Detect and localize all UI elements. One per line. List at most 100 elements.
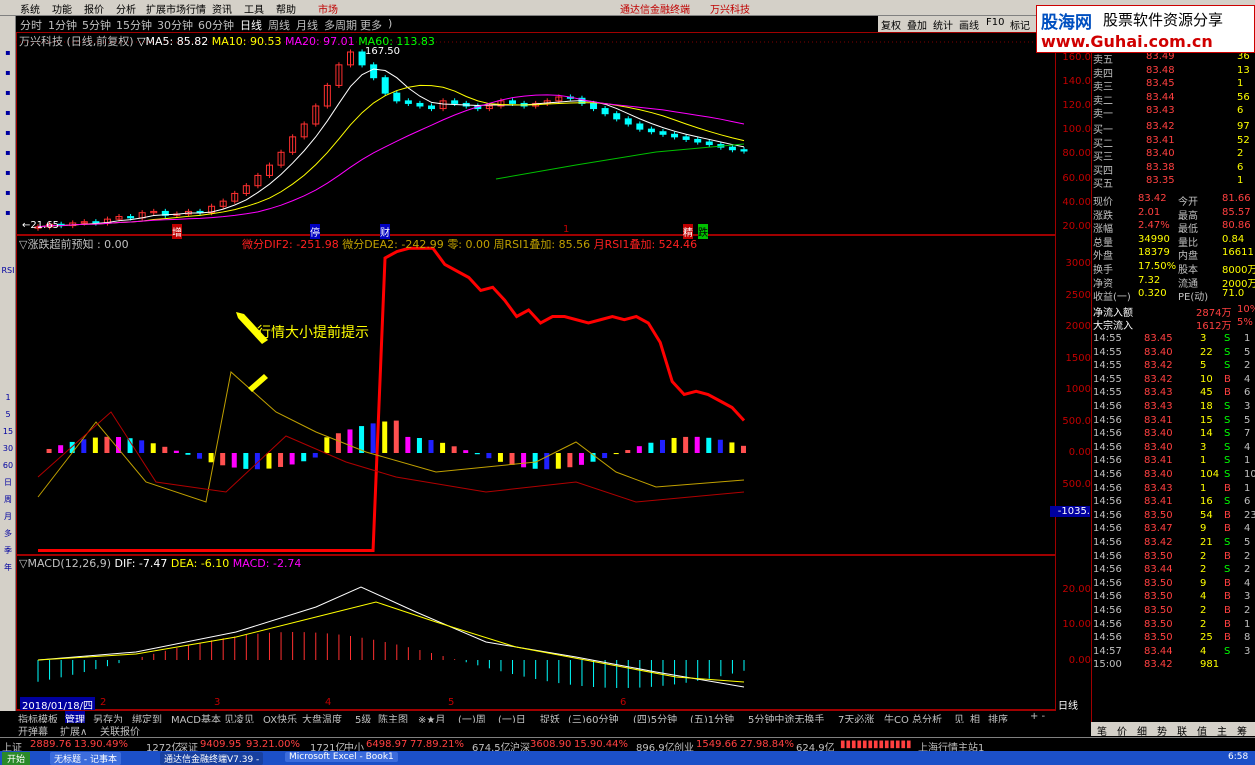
period-weekly[interactable]: 周线: [268, 17, 290, 33]
side-tab-main[interactable]: 主: [1217, 723, 1227, 738]
period-year-icon[interactable]: 年: [1, 561, 15, 574]
period-multi[interactable]: 多周期: [324, 17, 357, 33]
tool-icon-3[interactable]: ▪: [1, 86, 15, 99]
ask-row[interactable]: 卖四 83.48 13: [1092, 65, 1255, 80]
tick-row[interactable]: 14:55 83.40 22 S 5: [1092, 347, 1255, 360]
tick-row[interactable]: 14:56 83.50 4 B 3: [1092, 591, 1255, 604]
chart-canvas[interactable]: [16, 32, 1056, 710]
period-1min[interactable]: 1分钟: [48, 17, 77, 33]
menu-function[interactable]: 功能: [52, 1, 72, 16]
tick-row[interactable]: 14:55 83.42 5 S 2: [1092, 360, 1255, 373]
period-1-icon[interactable]: 1: [1, 391, 15, 404]
side-tab-value[interactable]: 值: [1197, 723, 1207, 738]
period-multi-icon[interactable]: 多: [1, 527, 15, 540]
tick-row[interactable]: 14:56 83.42 21 S 5: [1092, 537, 1255, 550]
ask-row[interactable]: 卖一 83.43 6: [1092, 105, 1255, 120]
side-tab-link[interactable]: 联: [1177, 723, 1187, 738]
bid-row[interactable]: 买五 83.35 1: [1092, 175, 1255, 190]
period-daily[interactable]: 日线: [240, 17, 262, 33]
period-5-icon[interactable]: 5: [1, 408, 15, 421]
period-30-icon[interactable]: 30: [1, 442, 15, 455]
period-intraday[interactable]: 分时: [20, 17, 42, 33]
flow-row[interactable]: 净流入额2874万10%: [1092, 304, 1255, 319]
tick-row[interactable]: 14:56 83.44 2 S 2: [1092, 564, 1255, 577]
period-60-icon[interactable]: 60: [1, 459, 15, 472]
overlay-button[interactable]: 叠加: [907, 17, 927, 32]
tool-icon-7[interactable]: ▪: [1, 166, 15, 179]
tool-icon-4[interactable]: ▪: [1, 106, 15, 119]
menu-analysis[interactable]: 分析: [116, 1, 136, 16]
menu-market[interactable]: 市场: [318, 1, 338, 16]
tool-icon-5[interactable]: ▪: [1, 126, 15, 139]
tool-icon-1[interactable]: ▪: [1, 46, 15, 59]
tick-row[interactable]: 14:56 83.50 2 B 2: [1092, 551, 1255, 564]
stat-row[interactable]: 总量 34990 量比 0.84: [1092, 234, 1255, 249]
period-15min[interactable]: 15分钟: [116, 17, 152, 33]
tick-row[interactable]: 14:55 83.42 10 B 4: [1092, 374, 1255, 387]
tick-row[interactable]: 14:56 83.41 15 S 5: [1092, 415, 1255, 428]
menu-ext-market[interactable]: 扩展市场行情: [146, 1, 206, 16]
tick-row[interactable]: 14:56 83.43 18 S 3: [1092, 401, 1255, 414]
tick-row[interactable]: 14:56 83.50 2 B 2: [1092, 605, 1255, 618]
stat-row[interactable]: 净资 7.32 流通 2000万: [1092, 275, 1255, 290]
tick-row[interactable]: 14:57 83.44 4 S 3: [1092, 646, 1255, 659]
stat-row[interactable]: 现价 83.42 今开 81.66: [1092, 193, 1255, 208]
side-tab-trend[interactable]: 势: [1157, 723, 1167, 738]
related-quote[interactable]: 关联报价: [100, 723, 140, 738]
start-button[interactable]: 开始: [2, 752, 31, 765]
tick-row[interactable]: 14:56 83.43 1 B 1: [1092, 483, 1255, 496]
period-close[interactable]: ): [388, 17, 392, 30]
restore-rights-button[interactable]: 复权: [881, 17, 901, 32]
tick-row[interactable]: 14:56 83.40 14 S 7: [1092, 428, 1255, 441]
period-season-icon[interactable]: 季: [1, 544, 15, 557]
period-5min[interactable]: 5分钟: [82, 17, 111, 33]
menu-news[interactable]: 资讯: [212, 1, 232, 16]
stat-row[interactable]: 外盘 18379 内盘 16611: [1092, 247, 1255, 262]
stat-row[interactable]: 涨跌 2.01 最高 85.57: [1092, 207, 1255, 222]
tick-row[interactable]: 14:55 83.45 3 S 1: [1092, 333, 1255, 346]
tick-row[interactable]: 14:56 83.41 16 S 6: [1092, 496, 1255, 509]
ask-row[interactable]: 卖二 83.44 56: [1092, 92, 1255, 107]
menu-tools[interactable]: 工具: [244, 1, 264, 16]
taskbar-notepad[interactable]: 无标题 - 记事本: [50, 752, 121, 765]
tick-row[interactable]: 14:56 83.41 1 S 1: [1092, 455, 1255, 468]
period-day-icon[interactable]: 日: [1, 476, 15, 489]
period-30min[interactable]: 30分钟: [157, 17, 193, 33]
stats-button[interactable]: 统计: [933, 17, 953, 32]
bid-row[interactable]: 买一 83.42 97: [1092, 121, 1255, 136]
f10-button[interactable]: F10: [986, 17, 1004, 28]
event-tag-4[interactable]: 1: [563, 224, 569, 235]
menu-help[interactable]: 帮助: [276, 1, 296, 16]
flow-row[interactable]: 大宗流入 1612万 5%: [1092, 317, 1255, 332]
tick-row[interactable]: 14:56 83.40 104 S 10: [1092, 469, 1255, 482]
tick-row[interactable]: 15:00 83.42 981: [1092, 659, 1255, 672]
tick-row[interactable]: 14:56 83.47 9 B 4: [1092, 523, 1255, 536]
menu-quote[interactable]: 报价: [84, 1, 104, 16]
toggle-danmaku[interactable]: 开弹幕: [18, 723, 48, 738]
period-60min[interactable]: 60分钟: [198, 17, 234, 33]
tab-add-icon[interactable]: + -: [1030, 711, 1045, 722]
period-month-icon[interactable]: 月: [1, 510, 15, 523]
menu-system[interactable]: 系统: [20, 1, 40, 16]
period-monthly[interactable]: 月线: [296, 17, 318, 33]
tick-row[interactable]: 14:56 83.50 9 B 4: [1092, 578, 1255, 591]
taskbar-excel[interactable]: Microsoft Excel - Book1: [285, 752, 398, 762]
period-15-icon[interactable]: 15: [1, 425, 15, 438]
period-week-icon[interactable]: 周: [1, 493, 15, 506]
tool-icon-8[interactable]: ▪: [1, 186, 15, 199]
side-tab-detail[interactable]: 细: [1137, 723, 1147, 738]
side-tab-chip[interactable]: 筹: [1237, 723, 1247, 738]
stat-row[interactable]: 收益(一) 0.320 PE(动) 71.0: [1092, 288, 1255, 303]
taskbar-tdx[interactable]: 通达信金融终端V7.39 -: [160, 752, 264, 765]
tool-icon-6[interactable]: ▪: [1, 146, 15, 159]
tool-icon-2[interactable]: ▪: [1, 66, 15, 79]
ask-row[interactable]: 卖三 83.45 1: [1092, 78, 1255, 93]
draw-line-button[interactable]: 画线: [959, 17, 979, 32]
bid-row[interactable]: 买四 83.38 6: [1092, 162, 1255, 177]
stat-row[interactable]: 涨幅 2.47% 最低 80.86: [1092, 220, 1255, 235]
bid-row[interactable]: 买二 83.41 52: [1092, 135, 1255, 150]
side-tab-price[interactable]: 价: [1117, 723, 1127, 738]
tick-row[interactable]: 14:56 83.40 3 S 4: [1092, 442, 1255, 455]
tick-row[interactable]: 14:55 83.43 45 B 6: [1092, 387, 1255, 400]
bid-row[interactable]: 买三 83.40 2: [1092, 148, 1255, 163]
